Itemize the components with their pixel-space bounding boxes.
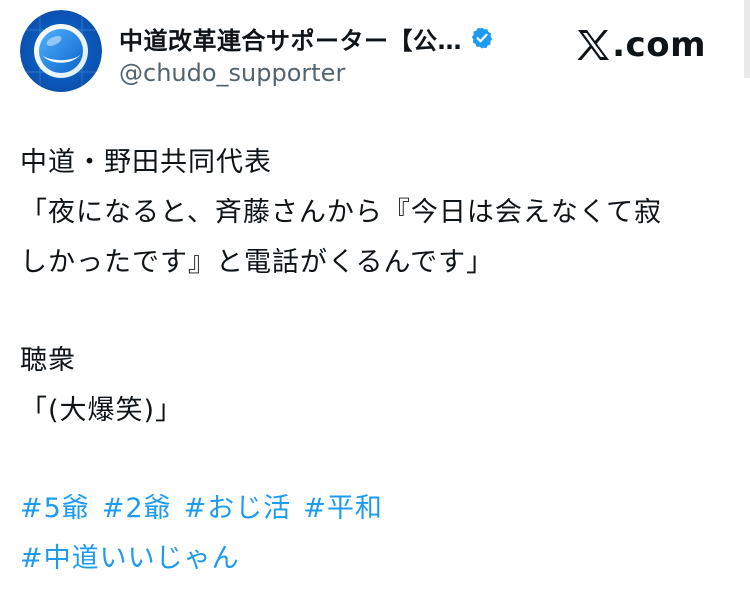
display-name[interactable]: 中道改革連合サポーター【公…	[119, 21, 462, 56]
site-domain-label: .com	[612, 25, 706, 65]
blue-sphere-logo-icon	[20, 10, 102, 92]
x-logo-icon	[576, 29, 610, 61]
site-mark: .com	[576, 24, 706, 66]
hashtag-row: #中道いいじゃん	[20, 534, 720, 584]
post-text-line: 「夜になると、斉藤さんから『今日は会えなくて寂	[20, 197, 663, 228]
hashtag-link[interactable]: #中道いいじゃん	[20, 543, 240, 574]
post-card: 中道改革連合サポーター【公… @chudo_supporter .com 中道・…	[0, 0, 750, 600]
post-text-line: 中道・野田共同代表	[20, 147, 272, 178]
scrollbar-edge	[744, 0, 750, 78]
hashtag-link[interactable]: #おじ活	[184, 493, 292, 524]
post-body: 中道・野田共同代表 「夜になると、斉藤さんから『今日は会えなくて寂 しかったです…	[20, 138, 720, 584]
post-text-line: しかったです』と電話がくるんです」	[20, 247, 495, 278]
user-handle[interactable]: @chudo_supporter	[119, 59, 345, 87]
name-row: 中道改革連合サポーター【公…	[119, 20, 494, 56]
post-text-line: 「(大爆笑)」	[20, 395, 184, 426]
post-header: 中道改革連合サポーター【公… @chudo_supporter .com	[20, 10, 710, 94]
avatar[interactable]	[20, 10, 102, 92]
hashtag-link[interactable]: #2爺	[102, 493, 172, 524]
hashtag-row: #5爺 #2爺 #おじ活 #平和	[20, 484, 720, 534]
post-text-line: 聴衆	[20, 345, 76, 376]
hashtag-link[interactable]: #5爺	[20, 493, 90, 524]
verified-badge-icon	[470, 26, 494, 50]
hashtag-link[interactable]: #平和	[303, 493, 383, 524]
